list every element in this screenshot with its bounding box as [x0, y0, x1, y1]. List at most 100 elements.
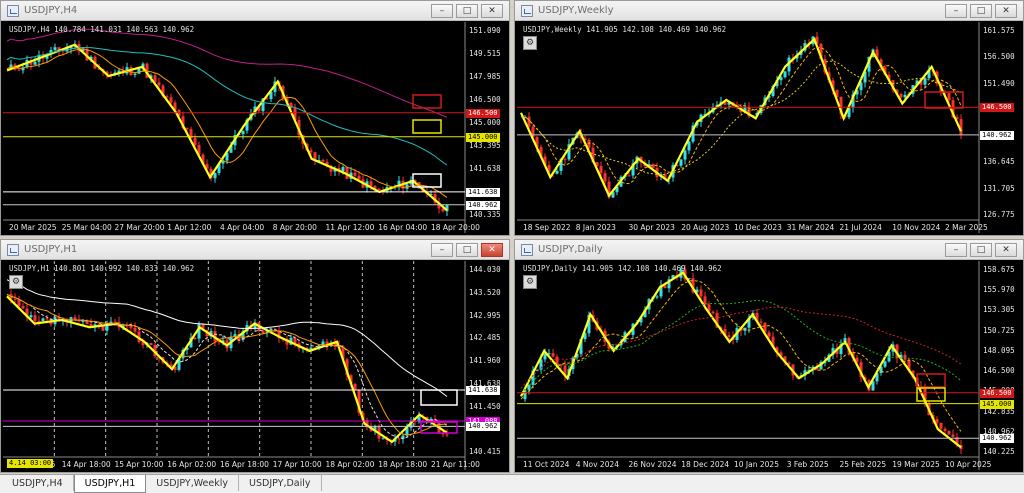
chart-canvas[interactable]: USDJPY,Daily 141.905 142.108 140.469 140… — [517, 261, 1021, 470]
minimize-button[interactable]: – — [945, 243, 967, 257]
chart-canvas[interactable]: USDJPY,H4 140.784 141.031 140.563 140.96… — [3, 22, 507, 233]
titlebar-h1[interactable]: USDJPY,H1 – □ ✕ — [1, 240, 509, 260]
restore-button[interactable]: □ — [970, 4, 992, 18]
time-axis-label: 11 Apr 12:00 — [325, 223, 375, 232]
chart-window-icon — [7, 4, 19, 17]
price-tag-bid: 140.962 — [980, 434, 1014, 444]
price-tag-red: 146.500 — [466, 108, 500, 118]
close-button[interactable]: ✕ — [481, 4, 503, 18]
zigzag-line — [6, 43, 448, 212]
candle-body — [73, 317, 77, 320]
candle-body — [603, 173, 607, 182]
restore-button[interactable]: □ — [456, 4, 478, 18]
window-title: USDJPY,H4 — [24, 5, 78, 16]
window-title: USDJPY,H1 — [24, 244, 78, 255]
candle-body — [37, 320, 41, 322]
candle-body — [599, 166, 603, 174]
moving-average-line — [6, 48, 448, 198]
price-axis-label: 140.335 — [469, 210, 501, 219]
chart-window-weekly[interactable]: USDJPY,Weekly – □ ✕ USDJPY,Weekly 141.90… — [514, 0, 1024, 236]
time-axis-label: 16 Apr 02:00 — [167, 460, 217, 469]
candle-body — [947, 93, 951, 101]
price-tag-white: 141.638 — [466, 187, 500, 197]
candle-body — [193, 137, 197, 146]
time-axis-label: 2 Mar 2025 — [945, 223, 988, 232]
titlebar-daily[interactable]: USDJPY,Daily – □ ✕ — [515, 240, 1023, 260]
candle-body — [213, 172, 217, 179]
candle-body — [377, 188, 381, 191]
candle-body — [33, 315, 37, 321]
minimize-button[interactable]: – — [945, 4, 967, 18]
moving-average-line — [520, 280, 962, 432]
candle-body — [903, 354, 907, 360]
titlebar-h4[interactable]: USDJPY,H4 – □ ✕ — [1, 1, 509, 21]
candle-body — [133, 73, 137, 75]
tab-usdjpy-daily[interactable]: USDJPY,Daily — [239, 475, 322, 491]
close-button[interactable]: ✕ — [481, 243, 503, 257]
price-chart-svg — [517, 22, 980, 233]
tab-usdjpy-weekly[interactable]: USDJPY,Weekly — [146, 475, 240, 491]
chart-window-daily[interactable]: USDJPY,Daily – □ ✕ USDJPY,Daily 141.905 … — [514, 239, 1024, 473]
settings-gear-icon[interactable]: ⚙ — [523, 36, 537, 50]
candle-body — [113, 321, 117, 323]
chart-window-icon — [7, 243, 19, 256]
price-axis-label: 141.638 — [469, 164, 501, 173]
candle-body — [943, 428, 947, 431]
close-button[interactable]: ✕ — [995, 4, 1017, 18]
candle-body — [241, 130, 245, 135]
candle-body — [555, 170, 559, 174]
settings-gear-icon[interactable]: ⚙ — [9, 275, 23, 289]
time-axis-label: 19 Mar 2025 — [892, 460, 940, 469]
price-axis-label: 149.515 — [469, 49, 501, 58]
price-tag-red: 146.500 — [980, 103, 1014, 113]
price-axis-label: 146.500 — [469, 95, 501, 104]
candle-body — [527, 384, 531, 391]
chart-window-h4[interactable]: USDJPY,H4 – □ ✕ USDJPY,H4 140.784 141.03… — [0, 0, 510, 236]
price-axis-label: 142.995 — [469, 310, 501, 320]
price-axis-label: 156.500 — [983, 52, 1015, 62]
candle-body — [369, 181, 373, 187]
price-axis-label: 141.450 — [469, 401, 501, 411]
restore-button[interactable]: □ — [456, 243, 478, 257]
candle-body — [261, 331, 265, 334]
tab-usdjpy-h1[interactable]: USDJPY,H1 — [73, 475, 147, 493]
candle-body — [683, 150, 687, 160]
settings-gear-icon[interactable]: ⚙ — [523, 275, 537, 289]
price-axis-label: 140.225 — [983, 447, 1015, 456]
candle-body — [903, 94, 907, 98]
candle-body — [45, 318, 49, 320]
candle-body — [563, 159, 567, 161]
candle-body — [951, 434, 955, 438]
time-axis-label: 4 Apr 04:00 — [220, 223, 265, 232]
price-tag-bid: 140.962 — [466, 200, 500, 210]
titlebar-weekly[interactable]: USDJPY,Weekly – □ ✕ — [515, 1, 1023, 21]
chart-canvas[interactable]: USDJPY,Weekly 141.905 142.108 140.469 14… — [517, 22, 1021, 233]
close-button[interactable]: ✕ — [995, 243, 1017, 257]
moving-average-line — [6, 293, 448, 436]
price-tag-white: 141.638 — [466, 386, 500, 396]
time-axis-label: 3 Feb 2025 — [786, 460, 829, 469]
chart-window-h1[interactable]: USDJPY,H1 – □ ✕ USDJPY,H1 140.801 140.99… — [0, 239, 510, 473]
time-axis-label: 10 Apr 2025 — [945, 460, 992, 469]
window-title: USDJPY,Daily — [538, 244, 603, 255]
time-axis-label: 18 Apr 20:00 — [431, 223, 480, 232]
price-tag-red: 146.500 — [980, 388, 1014, 398]
candles-group — [9, 289, 449, 446]
candle-body — [353, 172, 357, 176]
chart-canvas[interactable]: USDJPY,H1 140.801 140.992 140.833 140.96… — [3, 261, 507, 470]
candles-group — [523, 31, 963, 200]
candle-body — [679, 159, 683, 166]
moving-average-line — [6, 28, 448, 118]
symbol-quote-line: USDJPY,Daily 141.905 142.108 140.469 140… — [523, 264, 722, 273]
price-tag-yellow: 145.000 — [980, 399, 1014, 409]
time-axis-label: 20 Aug 2023 — [681, 223, 730, 232]
moving-average-line — [6, 293, 448, 440]
candle-body — [185, 127, 189, 130]
restore-button[interactable]: □ — [970, 243, 992, 257]
time-axis-label: 31 Mar 2024 — [786, 223, 835, 232]
candle-body — [783, 71, 787, 78]
price-tag-bid: 140.962 — [980, 130, 1014, 140]
minimize-button[interactable]: – — [431, 4, 453, 18]
tab-usdjpy-h4[interactable]: USDJPY,H4 — [2, 475, 74, 491]
minimize-button[interactable]: – — [431, 243, 453, 257]
